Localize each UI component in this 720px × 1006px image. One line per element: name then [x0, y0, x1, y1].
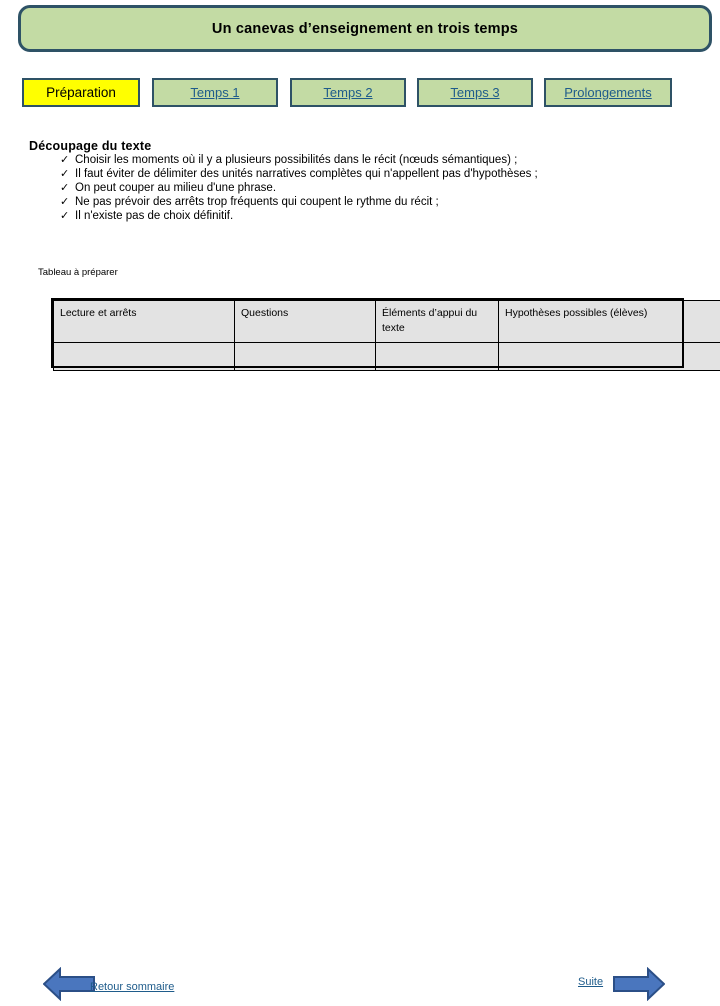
tab-prolongements[interactable]: Prolongements	[544, 78, 672, 107]
bullet-text: Il faut éviter de délimiter des unités n…	[75, 168, 538, 181]
table-cell	[376, 343, 499, 371]
page-title-banner: Un canevas d’enseignement en trois temps	[18, 5, 712, 52]
table-header-row: Lecture et arrêtsQuestionsÉléments d’app…	[54, 301, 720, 343]
bullet-item: ✓Choisir les moments où il y a plusieurs…	[60, 154, 680, 167]
check-icon: ✓	[60, 210, 75, 223]
back-arrow-icon[interactable]	[43, 967, 95, 1006]
page-title: Un canevas d’enseignement en trois temps	[212, 21, 518, 37]
table-header-cell: Questions	[235, 301, 376, 343]
check-icon: ✓	[60, 168, 75, 181]
tab-temps-2[interactable]: Temps 2	[290, 78, 406, 107]
table-header-cell: Éléments d’appui du texte	[376, 301, 499, 343]
bullet-item: ✓Ne pas prévoir des arrêts trop fréquent…	[60, 196, 680, 209]
tab-pr-paration[interactable]: Préparation	[22, 78, 140, 107]
tab-temps-1[interactable]: Temps 1	[152, 78, 278, 107]
table-caption: Tableau à préparer	[38, 267, 118, 278]
tab-label: Temps 3	[450, 85, 499, 100]
table-row	[54, 343, 720, 371]
tab-label: Prolongements	[564, 85, 651, 100]
bullet-list: ✓Choisir les moments où il y a plusieurs…	[60, 154, 680, 224]
check-icon: ✓	[60, 196, 75, 209]
footer-navigation: Retour sommaire Suite	[0, 480, 720, 535]
bullet-item: ✓On peut couper au milieu d'une phrase.	[60, 182, 680, 195]
table-cell	[54, 343, 235, 371]
preparation-table: Lecture et arrêtsQuestionsÉléments d’app…	[53, 300, 720, 371]
section-tab-bar: Préparation Temps 1 Temps 2 Temps 3 Prolonge…	[22, 78, 702, 107]
table-cell	[235, 343, 376, 371]
bullet-text: Choisir les moments où il y a plusieurs …	[75, 154, 517, 167]
bullet-text: Il n'existe pas de choix définitif.	[75, 210, 233, 223]
bullet-text: On peut couper au milieu d'une phrase.	[75, 182, 276, 195]
tab-temps-3[interactable]: Temps 3	[417, 78, 533, 107]
back-to-summary-link[interactable]: Retour sommaire	[90, 981, 174, 993]
tab-label: Temps 1	[190, 85, 239, 100]
check-icon: ✓	[60, 154, 75, 167]
check-icon: ✓	[60, 182, 75, 195]
tab-label: Préparation	[46, 85, 116, 100]
next-arrow-icon[interactable]	[613, 967, 665, 1006]
bullet-item: ✓Il n'existe pas de choix définitif.	[60, 210, 680, 223]
next-link[interactable]: Suite	[578, 976, 603, 988]
table-cell	[499, 343, 720, 371]
bullet-text: Ne pas prévoir des arrêts trop fréquents…	[75, 196, 439, 209]
bullet-item: ✓Il faut éviter de délimiter des unités …	[60, 168, 680, 181]
section-heading: Découpage du texte	[29, 139, 151, 153]
tab-label: Temps 2	[323, 85, 372, 100]
table-header-cell: Hypothèses possibles (élèves)	[499, 301, 720, 343]
table-header-cell: Lecture et arrêts	[54, 301, 235, 343]
